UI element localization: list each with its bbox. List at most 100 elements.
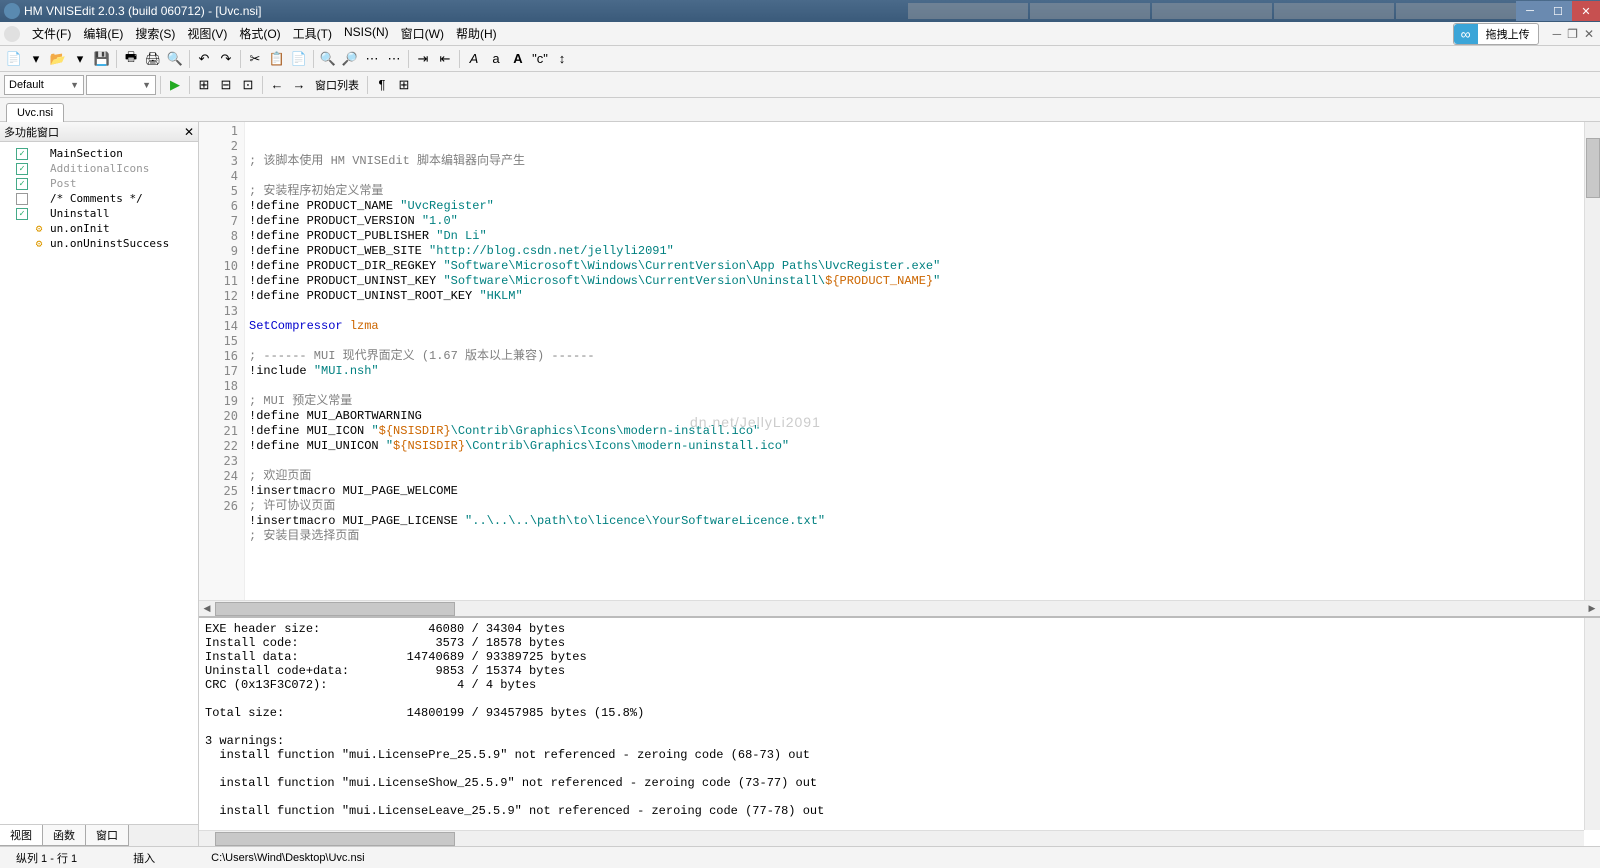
code-line[interactable]: !insertmacro MUI_PAGE_WELCOME — [249, 484, 1596, 499]
code-line[interactable]: !include "MUI.nsh" — [249, 364, 1596, 379]
save-all-button[interactable]: 🖶 — [121, 49, 141, 69]
replace-button[interactable]: 🔎 — [340, 49, 360, 69]
code-line[interactable]: !define PRODUCT_DIR_REGKEY "Software\Mic… — [249, 259, 1596, 274]
output-vertical-scrollbar[interactable] — [1584, 618, 1600, 830]
code-line[interactable]: ; 欢迎页面 — [249, 469, 1596, 484]
tree-item[interactable]: ⚙un.onInit — [4, 221, 194, 236]
toggle-output-button[interactable]: ⊞ — [394, 75, 414, 95]
preview-button[interactable]: 🔍 — [165, 49, 185, 69]
mdi-minimize-button[interactable]: ─ — [1553, 27, 1562, 41]
panel-tab[interactable]: 函数 — [42, 825, 86, 846]
code-line[interactable] — [249, 304, 1596, 319]
code-line[interactable]: ; 安装程序初始定义常量 — [249, 184, 1596, 199]
font-button[interactable]: A — [464, 49, 484, 69]
menu-item[interactable]: 帮助(H) — [450, 23, 503, 44]
file-tab[interactable]: Uvc.nsi — [6, 103, 64, 122]
output-panel[interactable]: EXE header size: 46080 / 34304 bytes Ins… — [199, 616, 1600, 846]
menu-item[interactable]: 编辑(E) — [77, 23, 129, 44]
code-line[interactable]: !define MUI_ABORTWARNING — [249, 409, 1596, 424]
code-line[interactable]: !define PRODUCT_UNINST_KEY "Software\Mic… — [249, 274, 1596, 289]
menu-item[interactable]: NSIS(N) — [338, 23, 395, 44]
tree-item[interactable]: ✓Uninstall — [4, 206, 194, 221]
code-line[interactable]: SetCompressor lzma — [249, 319, 1596, 334]
scrollbar-thumb[interactable] — [215, 602, 455, 616]
window-cascade-button[interactable]: ⊡ — [238, 75, 258, 95]
syntax-combo[interactable]: Default▼ — [4, 75, 84, 95]
code-line[interactable] — [249, 169, 1596, 184]
maximize-button[interactable]: ☐ — [1544, 1, 1572, 21]
code-line[interactable]: ; ------ MUI 现代界面定义 (1.67 版本以上兼容) ------ — [249, 349, 1596, 364]
tree-checkbox[interactable]: ✓ — [16, 178, 28, 190]
print-button[interactable]: 🖨 — [143, 49, 163, 69]
mdi-restore-button[interactable]: ❐ — [1567, 27, 1578, 41]
redo-button[interactable]: ↷ — [216, 49, 236, 69]
tree-item[interactable]: ✓MainSection — [4, 146, 194, 161]
window-tile-v-button[interactable]: ⊟ — [216, 75, 236, 95]
tree-item[interactable]: ✓Post — [4, 176, 194, 191]
bookmark-button[interactable]: ⋯ — [384, 49, 404, 69]
lowercase-button[interactable]: a — [486, 49, 506, 69]
quote-button[interactable]: "c" — [530, 49, 550, 69]
encoding-combo[interactable]: ▼ — [86, 75, 156, 95]
open-button[interactable]: 📂 — [48, 49, 68, 69]
scrollbar-thumb[interactable] — [1586, 138, 1600, 198]
code-line[interactable] — [249, 454, 1596, 469]
code-line[interactable]: ; 许可协议页面 — [249, 499, 1596, 514]
tree-checkbox[interactable]: ✓ — [16, 148, 28, 160]
menu-item[interactable]: 文件(F) — [26, 23, 77, 44]
menu-item[interactable]: 工具(T) — [287, 23, 338, 44]
indent-button[interactable]: ⇥ — [413, 49, 433, 69]
close-button[interactable]: ✕ — [1572, 1, 1600, 21]
menu-item[interactable]: 格式(O) — [233, 23, 286, 44]
code-line[interactable]: !insertmacro MUI_PAGE_LICENSE "..\..\..\… — [249, 514, 1596, 529]
vertical-scrollbar[interactable] — [1584, 122, 1600, 600]
menu-item[interactable]: 窗口(W) — [395, 23, 450, 44]
code-line[interactable]: ; MUI 预定义常量 — [249, 394, 1596, 409]
panel-close-button[interactable]: ✕ — [184, 125, 194, 139]
tree-item[interactable]: /* Comments */ — [4, 191, 194, 206]
code-line[interactable]: ; 该脚本使用 HM VNISEdit 脚本编辑器向导产生 — [249, 154, 1596, 169]
paste-button[interactable]: 📄 — [289, 49, 309, 69]
new-dropdown-button[interactable]: ▾ — [26, 49, 46, 69]
minimize-button[interactable]: ─ — [1516, 1, 1544, 21]
menu-item[interactable]: 搜索(S) — [129, 23, 181, 44]
tree-checkbox[interactable]: ✓ — [16, 163, 28, 175]
code-editor[interactable]: 1234567891011121314151617181920212223242… — [199, 122, 1600, 600]
special-button[interactable]: ↕ — [552, 49, 572, 69]
open-dropdown-button[interactable]: ▾ — [70, 49, 90, 69]
menu-item[interactable]: 视图(V) — [181, 23, 233, 44]
mdi-close-button[interactable]: ✕ — [1584, 27, 1594, 41]
cut-button[interactable]: ✂ — [245, 49, 265, 69]
panel-tab[interactable]: 窗口 — [85, 825, 129, 846]
upload-widget[interactable]: ∞ 拖拽上传 — [1453, 23, 1539, 45]
tree-checkbox[interactable]: ✓ — [16, 208, 28, 220]
scroll-right-arrow[interactable]: ▶ — [1584, 601, 1600, 617]
code-line[interactable] — [249, 334, 1596, 349]
find-next-button[interactable]: ⋯ — [362, 49, 382, 69]
nav-forward-button[interactable]: → — [289, 75, 309, 95]
tree-item[interactable]: ✓AdditionalIcons — [4, 161, 194, 176]
new-button[interactable]: 📄 — [4, 49, 24, 69]
code-line[interactable]: !define PRODUCT_PUBLISHER "Dn Li" — [249, 229, 1596, 244]
window-tile-h-button[interactable]: ⊞ — [194, 75, 214, 95]
code-line[interactable]: !define PRODUCT_NAME "UvcRegister" — [249, 199, 1596, 214]
toggle-panel-button[interactable]: ¶ — [372, 75, 392, 95]
code-line[interactable] — [249, 379, 1596, 394]
code-content[interactable]: ; 该脚本使用 HM VNISEdit 脚本编辑器向导产生 ; 安装程序初始定义常… — [245, 122, 1600, 600]
scrollbar-thumb[interactable] — [215, 832, 455, 846]
code-line[interactable]: !define MUI_ICON "${NSISDIR}\Contrib\Gra… — [249, 424, 1596, 439]
run-button[interactable]: ▶ — [165, 75, 185, 95]
copy-button[interactable]: 📋 — [267, 49, 287, 69]
tree-checkbox[interactable] — [16, 193, 28, 205]
code-line[interactable]: ; 安装目录选择页面 — [249, 529, 1596, 544]
code-line[interactable]: !define MUI_UNICON "${NSISDIR}\Contrib\G… — [249, 439, 1596, 454]
nav-back-button[interactable]: ← — [267, 75, 287, 95]
output-horizontal-scrollbar[interactable] — [199, 830, 1584, 846]
uppercase-button[interactable]: A — [508, 49, 528, 69]
panel-tab[interactable]: 视图 — [0, 825, 43, 846]
save-button[interactable]: 💾 — [92, 49, 112, 69]
find-button[interactable]: 🔍 — [318, 49, 338, 69]
outdent-button[interactable]: ⇤ — [435, 49, 455, 69]
tree-item[interactable]: ⚙un.onUninstSuccess — [4, 236, 194, 251]
undo-button[interactable]: ↶ — [194, 49, 214, 69]
